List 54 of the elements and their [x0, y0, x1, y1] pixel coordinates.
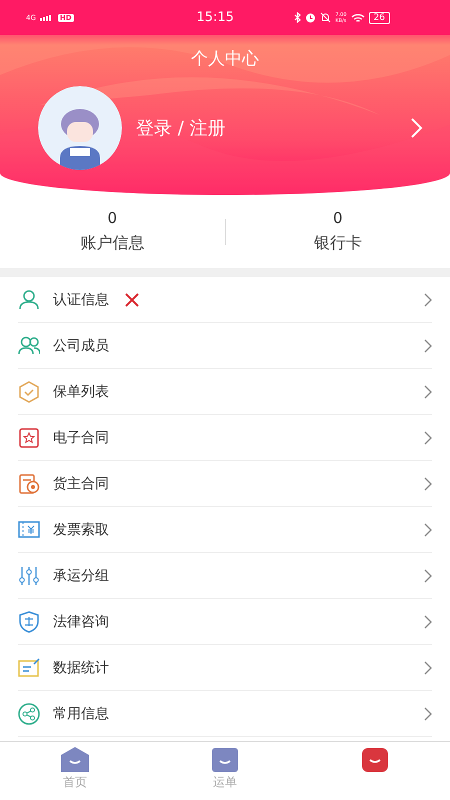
menu-item[interactable]: 数据统计 [18, 645, 432, 691]
menu-label: 发票索取 [53, 520, 109, 538]
ticket-icon [18, 518, 40, 540]
menu-item[interactable]: 公司成员 [18, 323, 432, 369]
mute-icon [320, 12, 332, 23]
wifi-icon [350, 12, 365, 22]
chart-card-icon [18, 656, 40, 678]
shield-icon [18, 610, 40, 632]
sliders-icon [18, 564, 40, 586]
battery-level: 26 [368, 12, 390, 24]
stat-tile[interactable]: 0 账户信息 [0, 209, 224, 254]
chevron-right-icon [410, 117, 424, 139]
chevron-right-icon [424, 614, 432, 628]
chevron-right-icon [424, 660, 432, 674]
chevron-right-icon [424, 476, 432, 490]
signal-icon [40, 14, 54, 20]
menu-label: 货主合同 [53, 474, 109, 492]
clock-time: 15:15 [196, 10, 234, 25]
menu-item[interactable]: 货主合同 [18, 461, 432, 507]
chevron-right-icon [424, 522, 432, 536]
menu-item[interactable]: 保单列表 [18, 369, 432, 415]
menu-label: 保单列表 [53, 382, 109, 400]
stat-tile[interactable]: 0 银行卡 [226, 209, 450, 254]
menu-item[interactable]: 发票索取 [18, 507, 432, 553]
chevron-right-icon [424, 384, 432, 398]
menu-label: 承运分组 [53, 566, 109, 584]
menu-item[interactable]: 常用信息 [18, 691, 432, 737]
people-icon [18, 334, 40, 356]
home-icon [60, 746, 90, 774]
share-icon [18, 702, 40, 724]
menu-label: 认证信息 [53, 290, 109, 308]
menu-label: 法律咨询 [53, 612, 109, 630]
chevron-right-icon [424, 430, 432, 444]
chevron-right-icon [424, 338, 432, 352]
page-title: 个人中心 [190, 48, 260, 70]
menu-item[interactable]: 法律咨询 [18, 599, 432, 645]
shield-check-icon [18, 380, 40, 402]
person-icon [18, 288, 40, 310]
menu-item[interactable]: 认证信息 [18, 277, 432, 323]
menu-label: 数据统计 [53, 658, 109, 676]
menu-item[interactable]: 电子合同 [18, 415, 432, 461]
chevron-right-icon [424, 706, 432, 720]
chevron-right-icon [424, 568, 432, 582]
document-seal-icon [18, 472, 40, 494]
alarm-icon [305, 12, 316, 23]
menu-item[interactable]: 承运分组 [18, 553, 432, 599]
menu-label: 电子合同 [53, 428, 109, 446]
star-document-icon [18, 426, 40, 448]
chevron-right-icon [424, 292, 432, 306]
menu-label: 公司成员 [53, 336, 109, 354]
document-icon [210, 746, 240, 774]
profile-icon [360, 746, 390, 774]
bluetooth-icon [294, 12, 302, 23]
menu-label: 常用信息 [53, 704, 109, 722]
